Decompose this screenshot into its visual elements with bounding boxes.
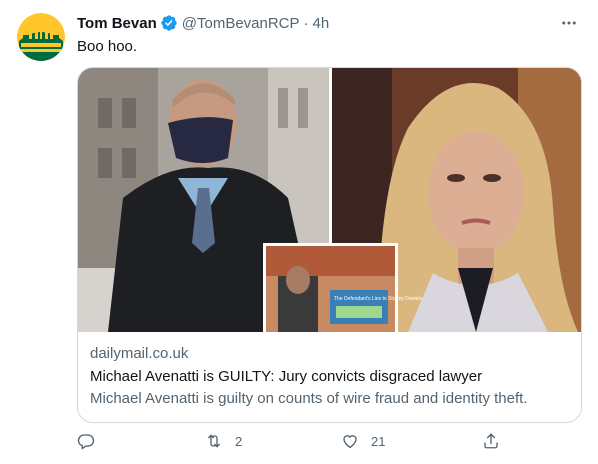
timestamp[interactable]: 4h (313, 15, 330, 32)
reply-button[interactable] (77, 432, 107, 450)
heart-icon (343, 435, 357, 449)
link-card[interactable]: The Defendant's Lies to Stormy Daniels d… (77, 67, 582, 423)
retweet-count: 2 (235, 433, 243, 449)
like-count: 21 (371, 433, 386, 449)
verified-badge-icon (161, 15, 177, 31)
tweet-text: Boo hoo. (77, 38, 138, 55)
separator-dot: · (303, 14, 309, 32)
display-name[interactable]: Tom Bevan (77, 15, 157, 32)
seattle-supersonics-logo (17, 13, 65, 61)
retweet-icon (207, 434, 221, 448)
card-description: Michael Avenatti is guilty on counts of … (90, 390, 528, 407)
card-photo-collage: The Defendant's Lies to Stormy Daniels (78, 68, 581, 332)
card-title: Michael Avenatti is GUILTY: Jury convict… (90, 368, 483, 385)
share-icon (484, 433, 498, 449)
like-button[interactable]: 21 (341, 432, 385, 450)
more-button[interactable] (558, 12, 580, 34)
action-bar: 2 21 (77, 432, 507, 454)
card-image[interactable]: The Defendant's Lies to Stormy Daniels (78, 68, 581, 332)
avatar[interactable] (17, 13, 65, 61)
reply-icon (77, 434, 95, 450)
share-button[interactable] (482, 432, 500, 450)
user-handle[interactable]: @TomBevanRCP (182, 15, 300, 32)
more-dots-icon (562, 21, 576, 25)
inset-sign-text: The Defendant's Lies to Stormy Daniels (334, 296, 422, 302)
card-domain: dailymail.co.uk (90, 345, 189, 362)
tweet-header: Tom Bevan @TomBevanRCP · 4h (77, 13, 329, 33)
retweet-button[interactable]: 2 (205, 432, 242, 450)
